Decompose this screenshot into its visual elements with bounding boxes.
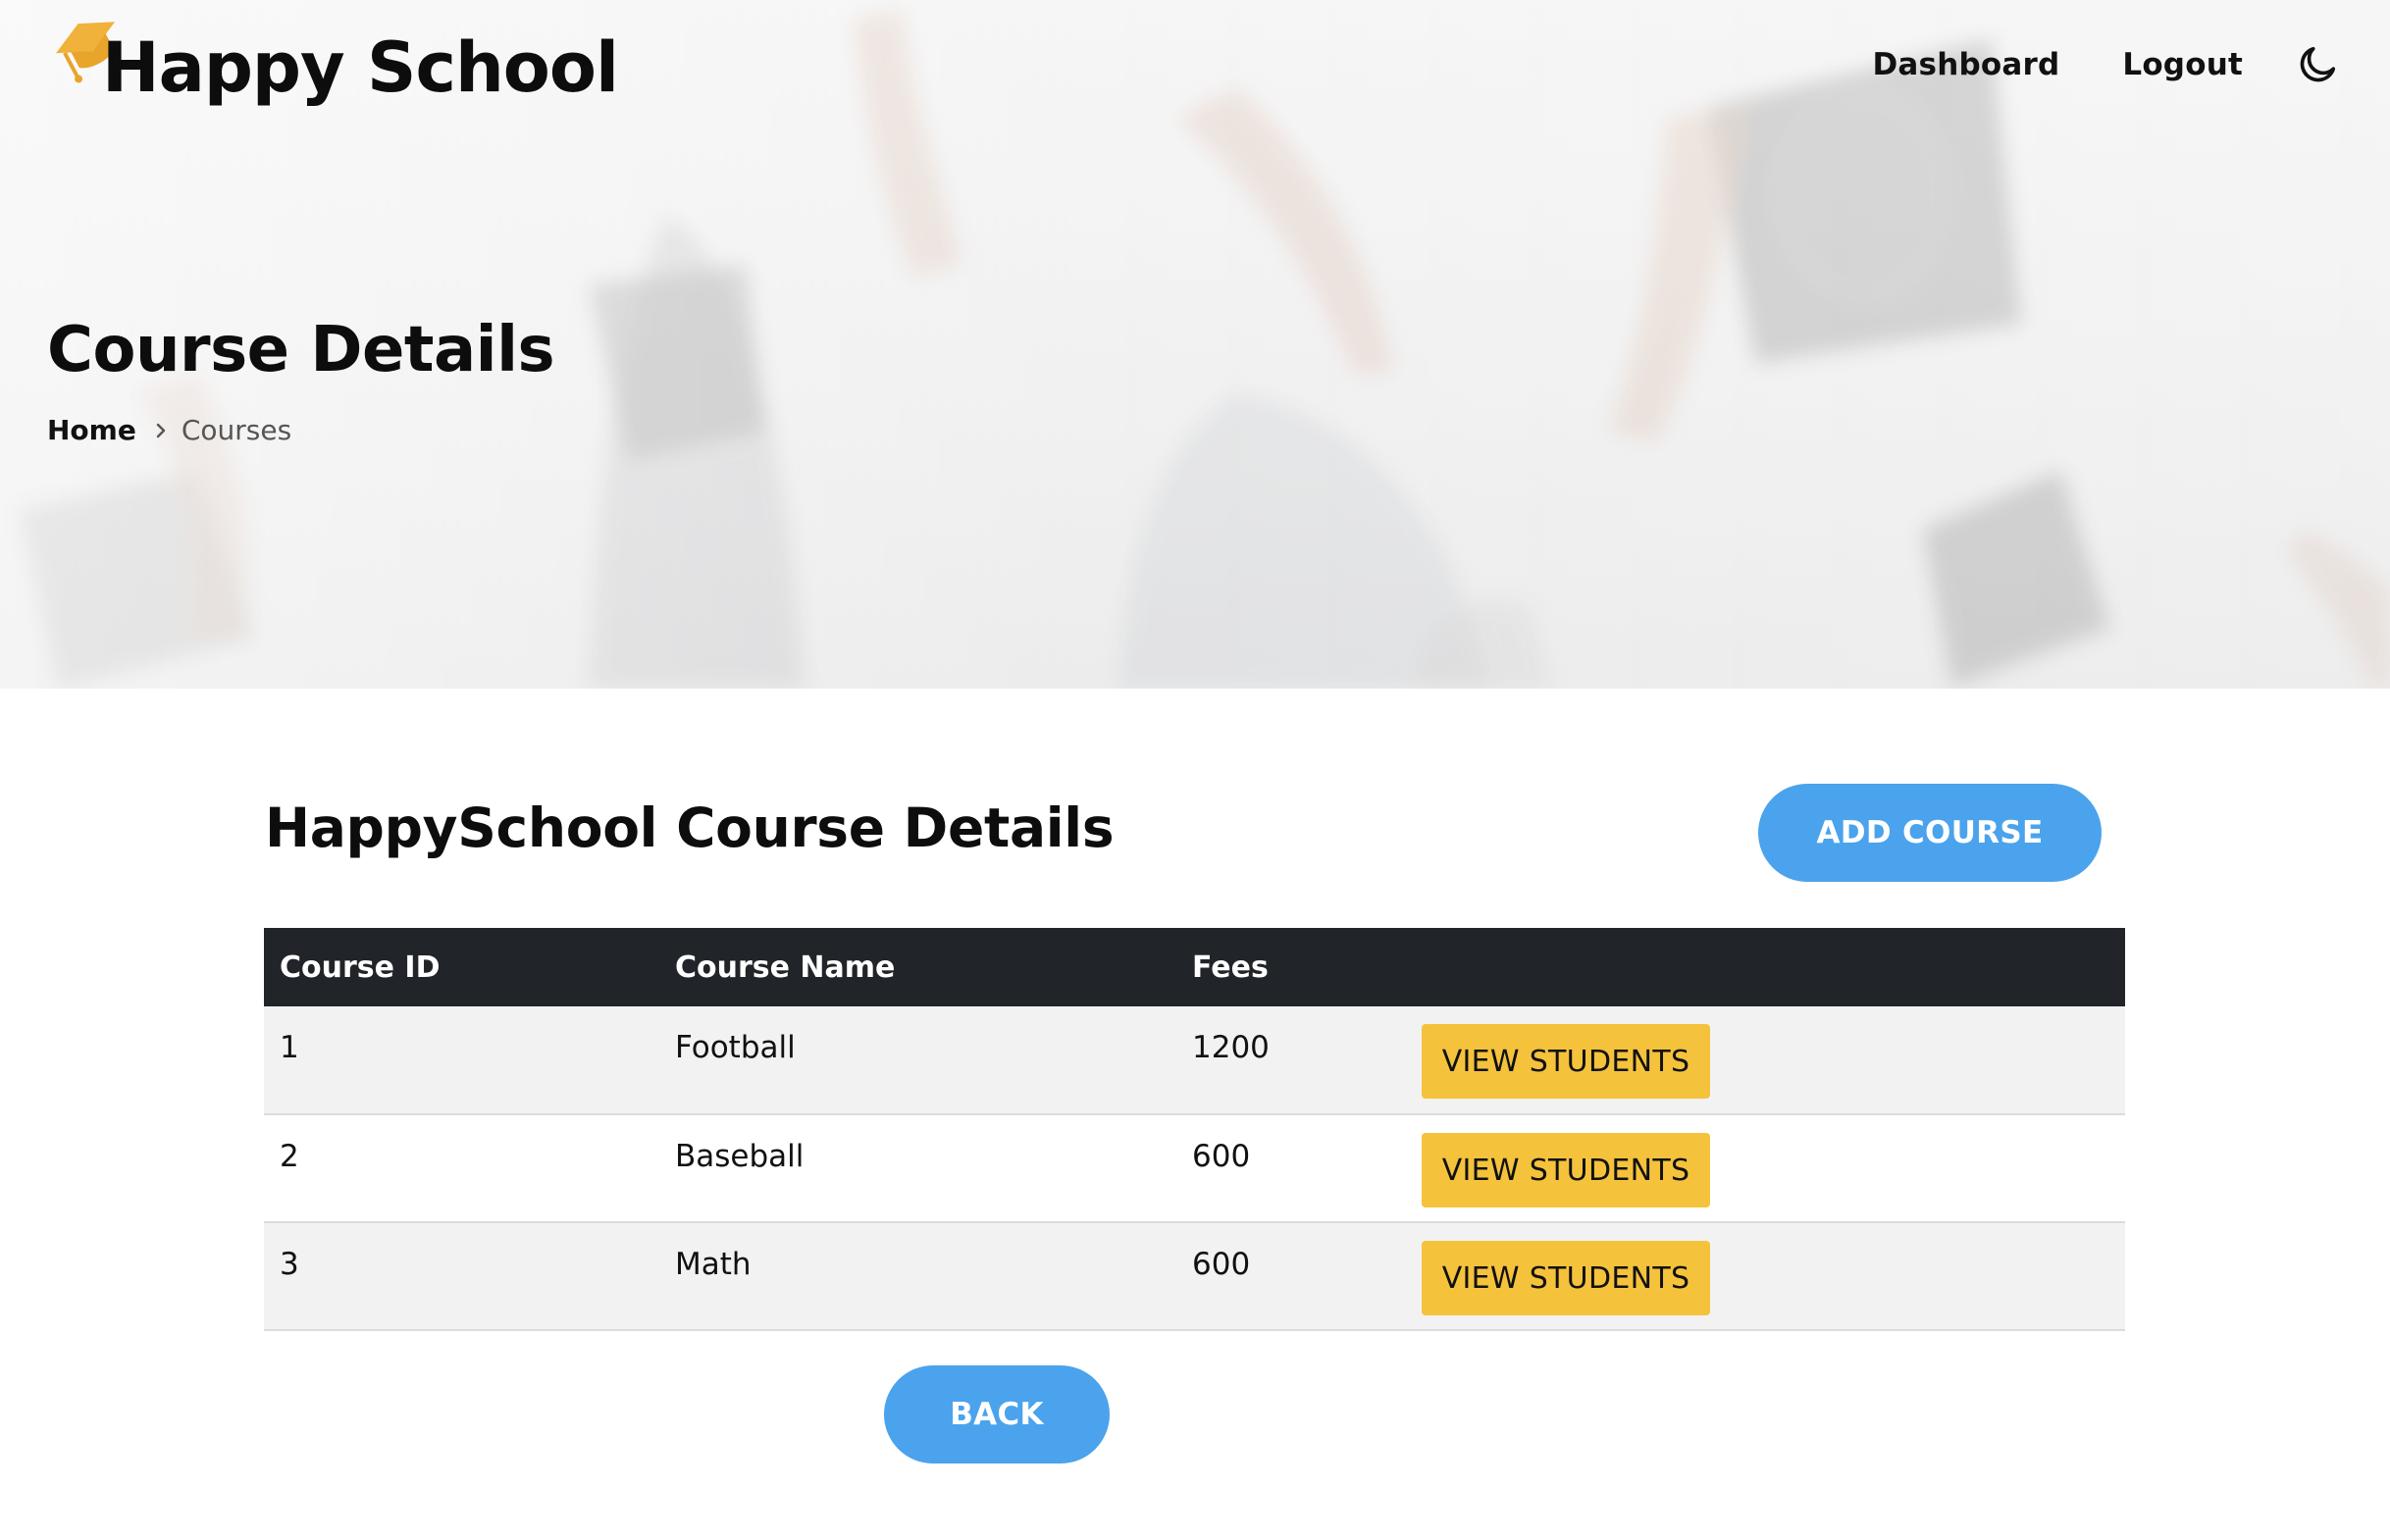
cell-actions: VIEW STUDENTS [1406, 1114, 2125, 1223]
nav-logout-link[interactable]: Logout [2122, 47, 2243, 82]
section-title: HappySchool Course Details [265, 796, 1115, 859]
cell-actions: VIEW STUDENTS [1406, 1222, 2125, 1331]
column-header-fees: Fees [1176, 928, 1406, 1006]
view-students-button[interactable]: VIEW STUDENTS [1422, 1241, 1710, 1315]
cell-fees: 1200 [1176, 1006, 1406, 1115]
brand-name: Happy School [102, 27, 619, 108]
cell-fees: 600 [1176, 1114, 1406, 1223]
column-header-course-id: Course ID [264, 928, 659, 1006]
cell-course-name: Football [659, 1006, 1176, 1115]
column-header-actions [1406, 928, 2125, 1006]
nav-dashboard-link[interactable]: Dashboard [1873, 47, 2060, 82]
cell-course-id: 3 [264, 1222, 659, 1331]
top-nav: Dashboard Logout [1810, 41, 2342, 88]
cell-course-id: 2 [264, 1114, 659, 1223]
column-header-course-name: Course Name [659, 928, 1176, 1006]
course-table: Course ID Course Name Fees 1 Football 12… [264, 928, 2125, 1331]
table-row: 1 Football 1200 VIEW STUDENTS [264, 1006, 2125, 1115]
chevron-right-icon [154, 422, 168, 439]
theme-toggle-button[interactable] [2294, 41, 2341, 88]
cell-course-id: 1 [264, 1006, 659, 1115]
cell-course-name: Baseball [659, 1114, 1176, 1223]
breadcrumb-current: Courses [181, 414, 292, 446]
view-students-button[interactable]: VIEW STUDENTS [1422, 1133, 1710, 1207]
view-students-button[interactable]: VIEW STUDENTS [1422, 1024, 1710, 1099]
table-row: 2 Baseball 600 VIEW STUDENTS [264, 1114, 2125, 1223]
cell-course-name: Math [659, 1222, 1176, 1331]
add-course-button[interactable]: ADD COURSE [1758, 784, 2102, 882]
table-header-row: Course ID Course Name Fees [264, 928, 2125, 1006]
moon-icon [2300, 46, 2336, 82]
back-button[interactable]: BACK [884, 1365, 1110, 1463]
table-row: 3 Math 600 VIEW STUDENTS [264, 1222, 2125, 1331]
breadcrumb: Home Courses [47, 414, 291, 446]
breadcrumb-home-link[interactable]: Home [47, 414, 136, 446]
cell-actions: VIEW STUDENTS [1406, 1006, 2125, 1115]
cell-fees: 600 [1176, 1222, 1406, 1331]
page-title: Course Details [47, 314, 555, 386]
brand-logo[interactable]: Happy School [47, 0, 619, 128]
